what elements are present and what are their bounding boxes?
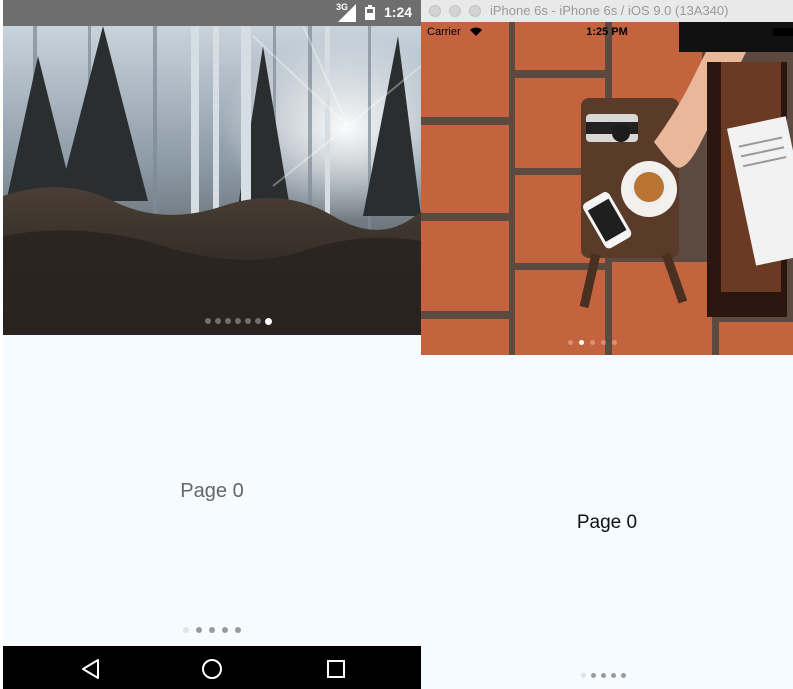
hero-carousel[interactable]: [421, 22, 793, 355]
simulator-title-bar: iPhone 6s - iPhone 6s / iOS 9.0 (13A340): [421, 0, 793, 23]
battery-icon: [365, 5, 375, 20]
page-dot[interactable]: [209, 627, 215, 633]
simulator-title: iPhone 6s - iPhone 6s / iOS 9.0 (13A340): [490, 3, 729, 18]
page-dot[interactable]: [568, 340, 573, 345]
minimize-window-icon[interactable]: [449, 5, 461, 17]
recents-icon[interactable]: [325, 658, 347, 680]
page-dot-active[interactable]: [183, 627, 189, 633]
page-dot-active[interactable]: [581, 673, 586, 678]
page-dot[interactable]: [234, 318, 241, 324]
zoom-window-icon[interactable]: [469, 5, 481, 17]
page-dot[interactable]: [601, 673, 606, 678]
close-window-icon[interactable]: [429, 5, 441, 17]
page-dot[interactable]: [591, 673, 596, 678]
page-label: Page 0: [576, 512, 638, 533]
page-dot[interactable]: [196, 627, 202, 633]
page-dot[interactable]: [244, 318, 251, 324]
page-dot[interactable]: [611, 673, 616, 678]
forest-image: [3, 26, 421, 335]
page-dot[interactable]: [222, 627, 228, 633]
page-indicator: [581, 673, 626, 678]
signal-icon: [338, 4, 356, 22]
android-status-bar: 3G 1:24: [3, 0, 421, 26]
android-clock: 1:24: [384, 4, 413, 20]
page-dot[interactable]: [214, 318, 221, 324]
battery-icon: [773, 28, 793, 36]
page-dot[interactable]: [235, 627, 241, 633]
page-label: Page 0: [180, 480, 244, 502]
page-indicator: [3, 627, 421, 633]
page-dot[interactable]: [601, 340, 606, 345]
android-nav-bar: [3, 646, 421, 689]
page-dot[interactable]: [621, 673, 626, 678]
page-dot-active[interactable]: [579, 340, 584, 345]
page-dot[interactable]: [224, 318, 231, 324]
ios-clock: 1:25 PM: [586, 26, 628, 38]
tea-table-image: [421, 22, 793, 355]
page-dot[interactable]: [612, 340, 617, 345]
android-emulator: 3G 1:24 Page 0: [3, 0, 421, 689]
home-icon[interactable]: [201, 658, 223, 680]
ios-status-bar: Carrier 1:25 PM: [421, 22, 793, 42]
hero-page-indicator: [3, 317, 421, 326]
hero-carousel[interactable]: [3, 26, 421, 335]
ios-simulator: iPhone 6s - iPhone 6s / iOS 9.0 (13A340): [421, 0, 793, 689]
page-dot[interactable]: [590, 340, 595, 345]
page-dot-active[interactable]: [264, 317, 272, 325]
hero-page-indicator: [568, 340, 617, 345]
page-dot[interactable]: [204, 318, 211, 324]
page-dot[interactable]: [254, 318, 261, 324]
back-icon[interactable]: [80, 658, 102, 680]
